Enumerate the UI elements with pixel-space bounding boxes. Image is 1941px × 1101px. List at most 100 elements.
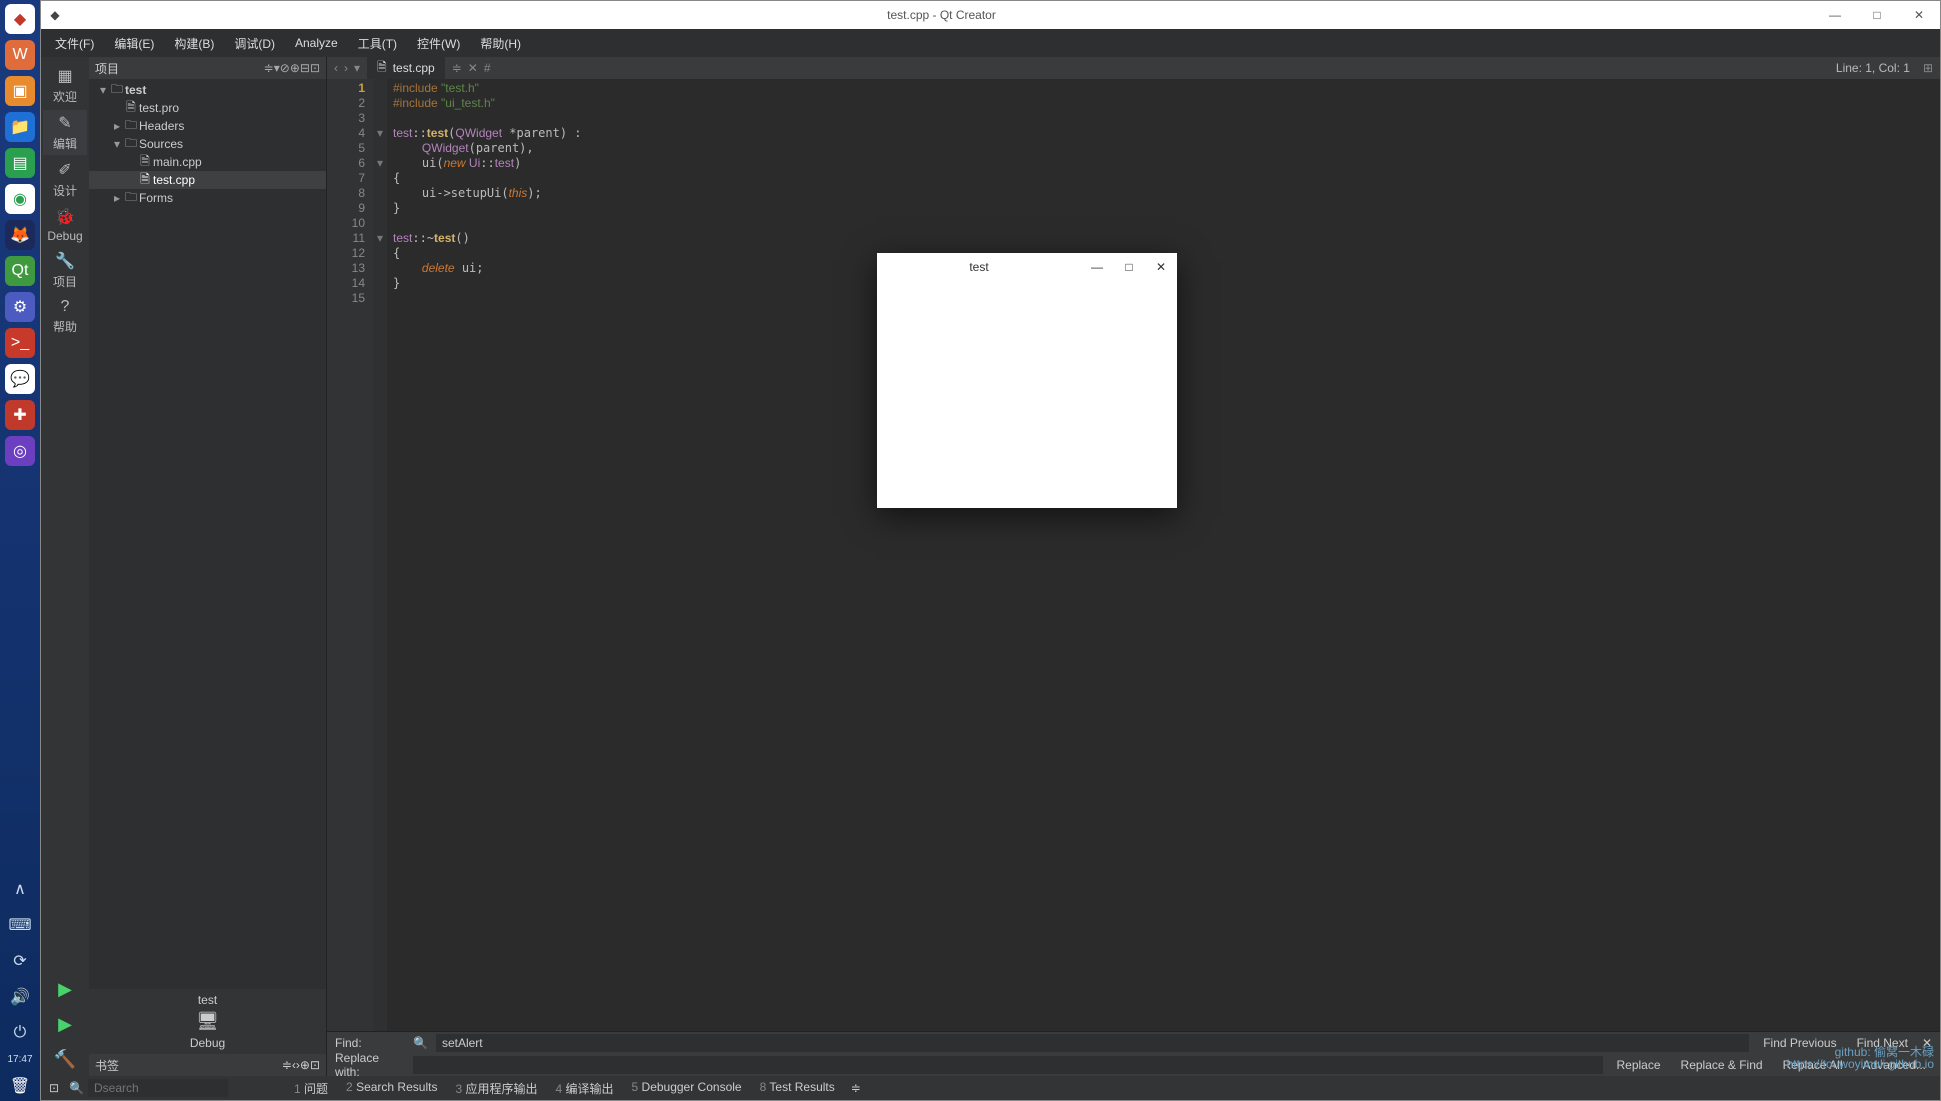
- tree-item[interactable]: 🗎test.pro: [89, 99, 326, 117]
- replace-button[interactable]: Replace: [1611, 1056, 1667, 1074]
- locator-input[interactable]: [88, 1079, 228, 1097]
- tab-button[interactable]: #: [481, 61, 494, 75]
- tree-item[interactable]: ▸🗀Forms: [89, 189, 326, 207]
- running-app-window[interactable]: test — □ ✕: [877, 253, 1177, 508]
- fold-marker[interactable]: [373, 201, 387, 216]
- expand-icon[interactable]: ▾: [97, 83, 109, 97]
- popup-maximize[interactable]: □: [1113, 260, 1145, 274]
- fold-marker[interactable]: [373, 291, 387, 306]
- fold-marker[interactable]: [373, 171, 387, 186]
- replace-input[interactable]: [413, 1056, 1603, 1074]
- mode-Debug[interactable]: 🐞Debug: [43, 204, 87, 246]
- sb-more[interactable]: ≑: [851, 1081, 861, 1095]
- menu-item[interactable]: 构建(B): [166, 32, 222, 55]
- fold-marker[interactable]: [373, 111, 387, 126]
- output-tab[interactable]: 5 Debugger Console: [626, 1078, 748, 1099]
- mode-设计[interactable]: ✐设计: [43, 157, 87, 202]
- tray-keyboard[interactable]: ⌨: [5, 910, 35, 940]
- tray-volume[interactable]: 🔊: [5, 982, 35, 1012]
- menu-item[interactable]: 调试(D): [226, 32, 283, 55]
- taskbar-start[interactable]: ◆: [5, 4, 35, 34]
- trash-icon[interactable]: 🗑: [5, 1071, 35, 1101]
- fold-marker[interactable]: [373, 141, 387, 156]
- popup-close[interactable]: ✕: [1145, 260, 1177, 274]
- fold-marker[interactable]: ▾: [373, 126, 387, 141]
- tray-refresh[interactable]: ⟳: [5, 946, 35, 976]
- run-debug-button[interactable]: ▶: [58, 1008, 72, 1041]
- expand-icon[interactable]: ▾: [111, 137, 123, 151]
- bookmark-button[interactable]: ≑: [282, 1058, 292, 1072]
- close-button[interactable]: ✕: [1898, 1, 1940, 29]
- output-tab[interactable]: 1 问题: [288, 1078, 334, 1099]
- taskbar-purple[interactable]: ◎: [5, 436, 35, 466]
- panel-button[interactable]: ⊡: [310, 61, 320, 75]
- menu-item[interactable]: 工具(T): [350, 32, 405, 55]
- expand-icon[interactable]: ▸: [111, 191, 123, 205]
- tab-button[interactable]: ≑: [449, 61, 465, 75]
- replace-find-button[interactable]: Replace & Find: [1675, 1056, 1769, 1074]
- run-button[interactable]: ▶: [58, 973, 72, 1006]
- fold-marker[interactable]: [373, 186, 387, 201]
- split-icon[interactable]: ⊞: [1920, 61, 1936, 75]
- output-tab[interactable]: 3 应用程序输出: [449, 1078, 543, 1099]
- menu-item[interactable]: Analyze: [287, 33, 346, 53]
- build-button[interactable]: 🔨: [54, 1043, 76, 1076]
- tree-item[interactable]: ▾🗀test: [89, 81, 326, 99]
- maximize-button[interactable]: □: [1856, 1, 1898, 29]
- taskbar-settings[interactable]: ⚙: [5, 292, 35, 322]
- tree-item[interactable]: ▾🗀Sources: [89, 135, 326, 153]
- fold-gutter[interactable]: ▾ ▾ ▾: [373, 79, 387, 1031]
- output-tab[interactable]: 2 Search Results: [340, 1078, 443, 1099]
- taskbar-qt[interactable]: Qt: [5, 256, 35, 286]
- menu-item[interactable]: 帮助(H): [472, 32, 529, 55]
- tree-item[interactable]: 🗎main.cpp: [89, 153, 326, 171]
- tree-item[interactable]: 🗎test.cpp: [89, 171, 326, 189]
- fold-marker[interactable]: [373, 261, 387, 276]
- nav-button[interactable]: ▾: [351, 61, 363, 75]
- taskbar-files[interactable]: 📁: [5, 112, 35, 142]
- find-input[interactable]: [436, 1034, 1749, 1052]
- tray-up[interactable]: ∧: [5, 874, 35, 904]
- project-tree[interactable]: ▾🗀test🗎test.pro▸🗀Headers▾🗀Sources🗎main.c…: [89, 79, 326, 989]
- output-tab[interactable]: 4 编译输出: [549, 1078, 619, 1099]
- panel-button[interactable]: ⊘: [280, 61, 290, 75]
- bookmark-button[interactable]: ⊡: [310, 1058, 320, 1072]
- taskbar-green[interactable]: ▤: [5, 148, 35, 178]
- panel-button[interactable]: ⊕: [290, 61, 300, 75]
- panel-button[interactable]: ⊟: [300, 61, 310, 75]
- taskbar-wps[interactable]: W: [5, 40, 35, 70]
- taskbar-red[interactable]: ✚: [5, 400, 35, 430]
- tab-button[interactable]: ✕: [465, 61, 481, 75]
- fold-marker[interactable]: [373, 276, 387, 291]
- taskbar-firefox[interactable]: 🦊: [5, 220, 35, 250]
- menu-item[interactable]: 控件(W): [409, 32, 468, 55]
- fold-marker[interactable]: ▾: [373, 156, 387, 171]
- fold-marker[interactable]: ▾: [373, 231, 387, 246]
- nav-button[interactable]: ‹: [331, 61, 341, 75]
- fold-marker[interactable]: [373, 96, 387, 111]
- expand-icon[interactable]: ▸: [111, 119, 123, 133]
- mode-欢迎[interactable]: ▦欢迎: [43, 63, 87, 108]
- output-tab[interactable]: 8 Test Results: [754, 1078, 841, 1099]
- taskbar-wechat[interactable]: 💬: [5, 364, 35, 394]
- taskbar-terminal[interactable]: >_: [5, 328, 35, 358]
- taskbar-orange[interactable]: ▣: [5, 76, 35, 106]
- popup-minimize[interactable]: —: [1081, 260, 1113, 274]
- fold-marker[interactable]: [373, 216, 387, 231]
- run-target[interactable]: test 🖥 Debug: [89, 989, 326, 1054]
- nav-button[interactable]: ›: [341, 61, 351, 75]
- fold-marker[interactable]: [373, 81, 387, 96]
- panel-button[interactable]: ≑: [264, 61, 274, 75]
- editor-tab[interactable]: 🗎 test.cpp: [367, 56, 445, 81]
- menu-item[interactable]: 编辑(E): [106, 32, 162, 55]
- bookmark-button[interactable]: ⊕: [300, 1058, 310, 1072]
- minimize-button[interactable]: —: [1814, 1, 1856, 29]
- menu-item[interactable]: 文件(F): [47, 32, 102, 55]
- mode-帮助[interactable]: ?帮助: [43, 295, 87, 338]
- code-content[interactable]: #include "test.h" #include "ui_test.h" t…: [387, 79, 1940, 1031]
- sb-left-icon[interactable]: ⊡: [49, 1081, 59, 1095]
- tray-power[interactable]: ⏻: [5, 1018, 35, 1048]
- taskbar-chrome[interactable]: ◉: [5, 184, 35, 214]
- code-editor[interactable]: 123456789101112131415 ▾▾▾ #include "test…: [327, 79, 1940, 1031]
- mode-项目[interactable]: 🔧项目: [43, 248, 87, 293]
